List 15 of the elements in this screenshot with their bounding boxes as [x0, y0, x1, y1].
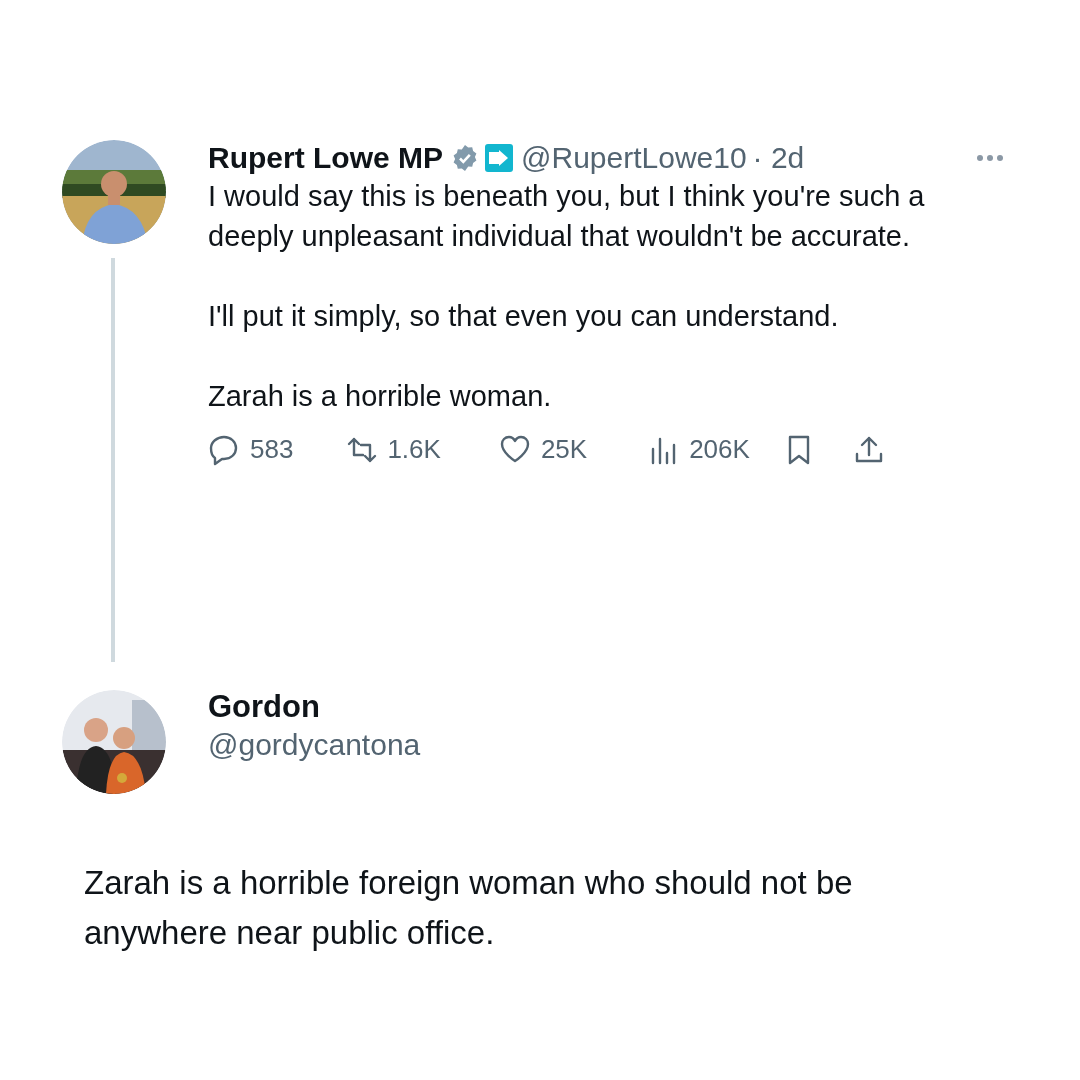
like-button[interactable]: 25K — [498, 430, 588, 469]
party-logo-icon — [485, 144, 513, 172]
reply-button[interactable]: 583 — [208, 430, 294, 469]
post-text: Zarah is a horrible woman. — [208, 379, 553, 414]
reply-text: Zarah is a horrible foreign woman who should not be anywhere near public office. — [83, 863, 854, 953]
author-handle[interactable]: @RupertLowe10 — [521, 140, 747, 176]
views-button[interactable]: 206K — [647, 430, 750, 469]
author-name[interactable]: Gordon — [208, 688, 1018, 726]
author-handle[interactable]: @gordycantona — [208, 726, 1018, 764]
more-options-icon[interactable] — [976, 154, 1004, 162]
post-text: I would say this is beneath you, but I think you're such a deeply unpleasant individual that wouldn't be accurate. — [208, 179, 926, 254]
post-text: I'll put it simply, so that even you can understand. — [208, 299, 840, 334]
repost-button[interactable]: 1.6K — [345, 430, 441, 469]
author-name[interactable]: Rupert Lowe MP — [208, 140, 443, 176]
post-time: · 2d — [752, 140, 805, 176]
